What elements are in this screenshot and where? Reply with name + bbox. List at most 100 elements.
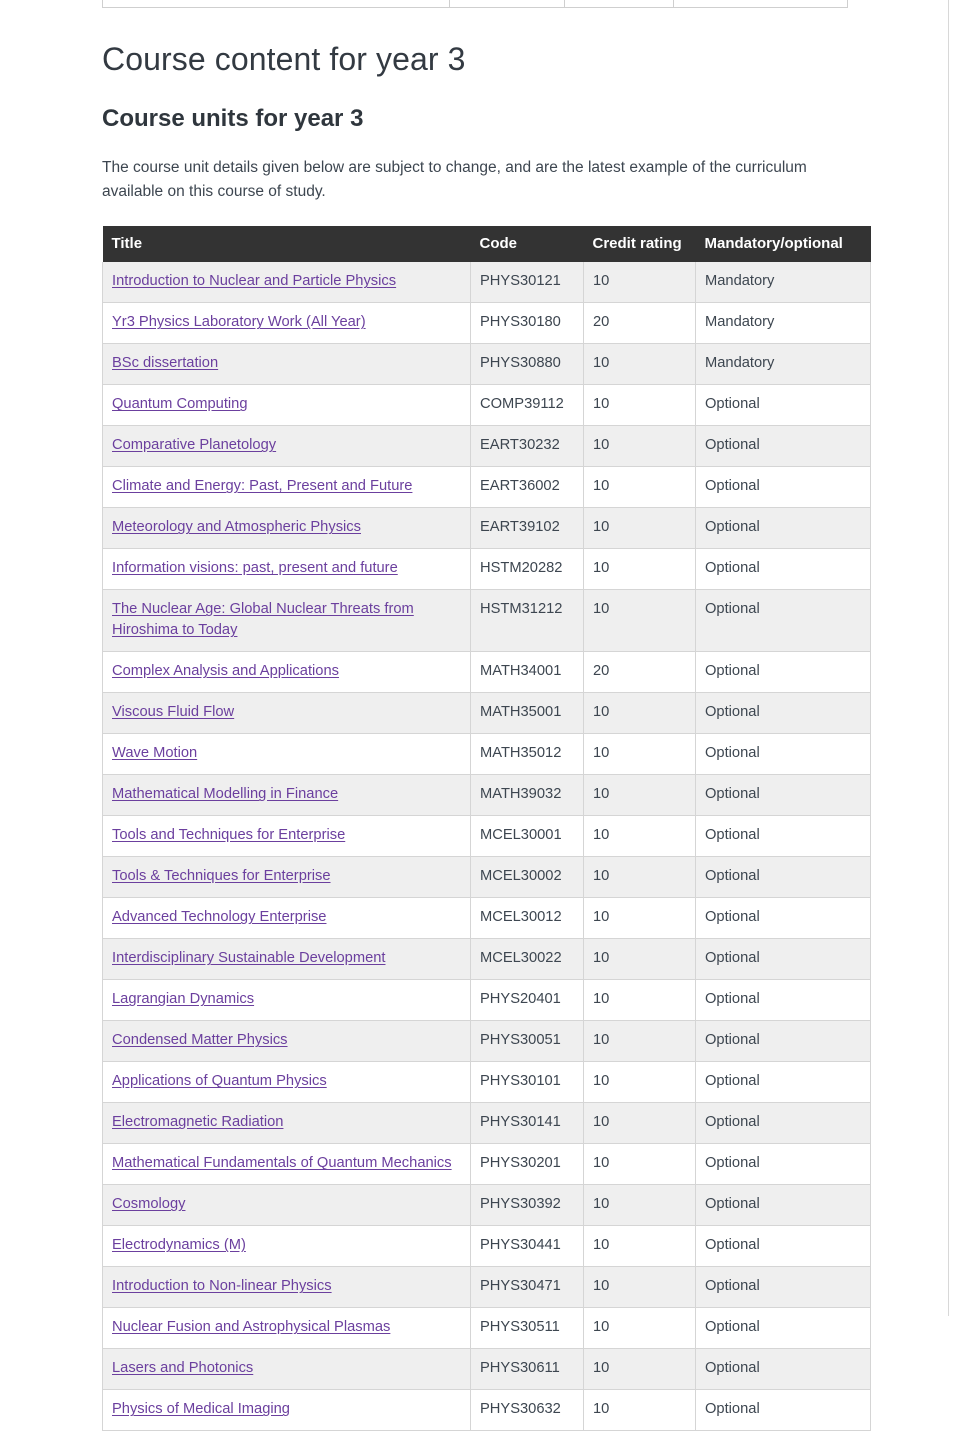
cell-credit-rating: 10 <box>583 774 696 817</box>
course-unit-link[interactable]: Information visions: past, present and f… <box>112 560 398 576</box>
column-header-title[interactable]: Title <box>102 226 471 263</box>
course-units-table: Title Code Credit rating Mandatory/optio… <box>102 226 871 1431</box>
cell-mandatory-optional: Optional <box>695 1143 871 1186</box>
cell-credit-rating: 10 <box>583 1020 696 1063</box>
table-row: Meteorology and Atmospheric Physics EART3… <box>102 507 871 550</box>
table-row: BSc dissertation PHYS30880 10 Mandatory <box>102 343 871 386</box>
intro-paragraph: The course unit details given below are … <box>102 159 807 201</box>
table-header-row: Title Code Credit rating Mandatory/optio… <box>102 226 871 263</box>
column-header-mandatory-optional[interactable]: Mandatory/optional <box>695 226 871 263</box>
cell-title: Mathematical Fundamentals of Quantum Mec… <box>102 1143 471 1186</box>
cell-code: MCEL30022 <box>470 938 584 981</box>
cell-credit-rating: 10 <box>583 384 696 427</box>
course-unit-link[interactable]: Meteorology and Atmospheric Physics <box>112 519 361 535</box>
table-row: Cosmology PHYS30392 10 Optional <box>102 1184 871 1227</box>
course-unit-link[interactable]: Tools & Techniques for Enterprise <box>112 868 331 884</box>
course-unit-link[interactable]: Quantum Computing <box>112 396 248 412</box>
cell-code: MATH35012 <box>470 733 584 776</box>
cell-mandatory-optional: Optional <box>695 1020 871 1063</box>
cell-title: Lagrangian Dynamics <box>102 979 471 1022</box>
course-unit-link[interactable]: Viscous Fluid Flow <box>112 704 234 720</box>
cell-code: PHYS30511 <box>470 1307 584 1350</box>
cell-credit-rating: 10 <box>583 733 696 776</box>
course-unit-link[interactable]: Applications of Quantum Physics <box>112 1073 327 1089</box>
cell-mandatory-optional: Optional <box>695 384 871 427</box>
course-unit-link[interactable]: Lasers and Photonics <box>112 1360 253 1376</box>
table-row: Viscous Fluid Flow MATH35001 10 Optional <box>102 692 871 735</box>
cell-title: Condensed Matter Physics <box>102 1020 471 1063</box>
table-row: Lasers and Photonics PHYS30611 10 Optional <box>102 1348 871 1391</box>
course-unit-link[interactable]: Wave Motion <box>112 745 197 761</box>
course-unit-link[interactable]: Comparative Planetology <box>112 437 276 453</box>
cell-code: PHYS20401 <box>470 979 584 1022</box>
course-unit-link[interactable]: Tools and Techniques for Enterprise <box>112 827 345 843</box>
course-unit-link[interactable]: Physics of Medical Imaging <box>112 1401 290 1417</box>
cell-code: PHYS30101 <box>470 1061 584 1104</box>
cell-code: PHYS30201 <box>470 1143 584 1186</box>
table-row: Applications of Quantum Physics PHYS30101… <box>102 1061 871 1104</box>
course-unit-link[interactable]: Mathematical Modelling in Finance <box>112 786 338 802</box>
cell-credit-rating: 10 <box>583 1143 696 1186</box>
cell-mandatory-optional: Optional <box>695 856 871 899</box>
cell-code: PHYS30141 <box>470 1102 584 1145</box>
course-unit-link[interactable]: Complex Analysis and Applications <box>112 663 339 679</box>
cell-title: Applications of Quantum Physics <box>102 1061 471 1104</box>
table-body: Introduction to Nuclear and Particle Phy… <box>102 262 871 1431</box>
cell-title: Mathematical Modelling in Finance <box>102 774 471 817</box>
table-row: Electromagnetic Radiation PHYS30141 10 Opti… <box>102 1102 871 1145</box>
table-row: Condensed Matter Physics PHYS30051 10 Optio… <box>102 1020 871 1063</box>
table-row: Electrodynamics (M) PHYS30441 10 Optional <box>102 1225 871 1268</box>
table-row: Interdisciplinary Sustainable Developmen… <box>102 938 871 981</box>
cell-credit-rating: 10 <box>583 589 696 653</box>
cell-title: Lasers and Photonics <box>102 1348 471 1391</box>
cell-mandatory-optional: Optional <box>695 1266 871 1309</box>
course-unit-link[interactable]: Electrodynamics (M) <box>112 1237 246 1253</box>
cell-title: Complex Analysis and Applications <box>102 651 471 694</box>
course-unit-link[interactable]: Climate and Energy: Past, Present and Fu… <box>112 478 412 494</box>
column-header-credit-rating[interactable]: Credit rating <box>583 226 696 263</box>
cell-credit-rating: 10 <box>583 507 696 550</box>
cell-mandatory-optional: Optional <box>695 507 871 550</box>
table-row: Mathematical Fundamentals of Quantum Mec… <box>102 1143 871 1186</box>
cell-code: PHYS30392 <box>470 1184 584 1227</box>
cell-mandatory-optional: Optional <box>695 548 871 591</box>
cell-title: Comparative Planetology <box>102 425 471 468</box>
course-unit-link[interactable]: Nuclear Fusion and Astrophysical Plasmas <box>112 1319 390 1335</box>
cell-title: Electrodynamics (M) <box>102 1225 471 1268</box>
course-unit-link[interactable]: Condensed Matter Physics <box>112 1032 288 1048</box>
cell-credit-rating: 10 <box>583 1102 696 1145</box>
cell-code: PHYS30121 <box>470 262 584 304</box>
cell-credit-rating: 10 <box>583 466 696 509</box>
course-unit-link[interactable]: Electromagnetic Radiation <box>112 1114 283 1130</box>
course-unit-link[interactable]: Introduction to Non-linear Physics <box>112 1278 332 1294</box>
course-unit-link[interactable]: Lagrangian Dynamics <box>112 991 254 1007</box>
course-unit-link[interactable]: BSc dissertation <box>112 355 218 371</box>
cell-title: Information visions: past, present and f… <box>102 548 471 591</box>
column-header-code[interactable]: Code <box>470 226 584 263</box>
cell-mandatory-optional: Optional <box>695 466 871 509</box>
course-unit-link[interactable]: Cosmology <box>112 1196 185 1212</box>
cell-mandatory-optional: Optional <box>695 1389 871 1431</box>
cell-credit-rating: 20 <box>583 651 696 694</box>
table-row: Wave Motion MATH35012 10 Optional <box>102 733 871 776</box>
cell-mandatory-optional: Optional <box>695 651 871 694</box>
course-unit-link[interactable]: Mathematical Fundamentals of Quantum Mec… <box>112 1155 452 1171</box>
cell-title: Meteorology and Atmospheric Physics <box>102 507 471 550</box>
cell-code: MCEL30012 <box>470 897 584 940</box>
section-title: Course units for year 3 <box>102 105 364 133</box>
course-unit-link[interactable]: Yr3 Physics Laboratory Work (All Year) <box>112 314 366 330</box>
cell-code: PHYS30880 <box>470 343 584 386</box>
cell-code: MCEL30001 <box>470 815 584 858</box>
table-row: Tools & Techniques for Enterprise MCEL300… <box>102 856 871 899</box>
cell-code: PHYS30441 <box>470 1225 584 1268</box>
course-unit-link[interactable]: Interdisciplinary Sustainable Developmen… <box>112 950 386 966</box>
course-unit-link[interactable]: Introduction to Nuclear and Particle Phy… <box>112 273 396 289</box>
cell-mandatory-optional: Optional <box>695 1184 871 1227</box>
table-row: Comparative Planetology EART30232 10 Option… <box>102 425 871 468</box>
cell-code: EART30232 <box>470 425 584 468</box>
course-unit-link[interactable]: The Nuclear Age: Global Nuclear Threats … <box>112 601 414 638</box>
course-unit-link[interactable]: Advanced Technology Enterprise <box>112 909 326 925</box>
cell-code: MATH35001 <box>470 692 584 735</box>
cell-credit-rating: 20 <box>583 302 696 345</box>
cell-code: PHYS30471 <box>470 1266 584 1309</box>
